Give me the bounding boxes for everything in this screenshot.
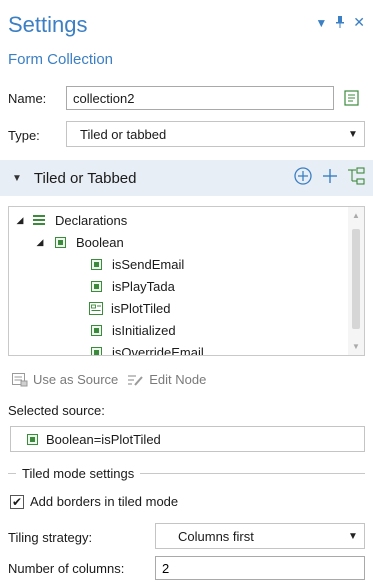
tiled-mode-group-title: Tiled mode settings — [8, 466, 365, 481]
boolean-var-icon — [91, 280, 102, 292]
panel-subtitle: Form Collection — [8, 51, 114, 68]
tree-item-label: isPlotTiled — [111, 300, 171, 316]
panel-title: Settings — [8, 12, 88, 37]
declarations-icon — [33, 215, 47, 225]
tree-item-label: isOverrideEmail — [112, 344, 204, 356]
pin-icon[interactable] — [335, 16, 345, 31]
form-var-icon — [89, 301, 103, 315]
boolean-var-icon — [91, 346, 102, 355]
tree-item-isoverrideemail[interactable]: isOverrideEmail — [91, 341, 204, 356]
add-borders-checkbox[interactable]: ✔ Add borders in tiled mode — [10, 494, 178, 509]
expand-triangle-icon[interactable]: ◢ — [33, 237, 47, 248]
tree-item-label: isInitialized — [112, 322, 176, 338]
name-input[interactable] — [66, 86, 334, 110]
scroll-down-icon[interactable]: ▼ — [352, 342, 360, 351]
checkbox-checked-icon[interactable]: ✔ — [10, 494, 24, 509]
tiling-strategy-select[interactable]: Columns first ▼ — [155, 523, 365, 549]
group-title-text: Tiled mode settings — [22, 466, 135, 481]
close-icon[interactable]: ✕ — [353, 15, 365, 31]
chevron-down-icon: ▼ — [348, 128, 358, 140]
selected-source-field: Boolean=isPlotTiled — [10, 426, 365, 452]
add-circle-icon[interactable] — [293, 166, 313, 189]
edit-node-icon — [128, 374, 144, 386]
edit-document-icon — [344, 90, 359, 106]
name-label: Name: — [8, 91, 47, 106]
tree-add-icon[interactable] — [347, 166, 367, 189]
tree-item-isplaytada[interactable]: isPlayTada — [91, 275, 175, 297]
dropdown-caret-icon[interactable]: ▼ — [315, 16, 327, 31]
selected-source-value: Boolean=isPlotTiled — [46, 431, 161, 447]
add-plus-icon[interactable] — [321, 167, 339, 188]
tree-item-isinitialized[interactable]: isInitialized — [91, 319, 176, 341]
add-borders-label: Add borders in tiled mode — [30, 494, 179, 509]
type-label: Type: — [8, 128, 40, 143]
tree-item-label: Declarations — [55, 212, 128, 228]
boolean-var-icon — [91, 258, 102, 270]
tree-item-label: isSendEmail — [112, 256, 185, 272]
collapse-triangle-icon[interactable]: ▼ — [12, 173, 22, 184]
selected-source-label: Selected source: — [8, 403, 105, 418]
chevron-down-icon: ▼ — [348, 530, 358, 542]
section-header-tiled-or-tabbed[interactable]: ▼ Tiled or Tabbed — [0, 160, 373, 196]
number-of-columns-label: Number of columns: — [8, 561, 125, 576]
edit-name-button[interactable] — [340, 86, 364, 110]
tree-item-label: Boolean — [76, 234, 124, 250]
boolean-var-icon — [27, 433, 38, 445]
tiling-strategy-value: Columns first — [178, 528, 254, 544]
tree-item-label: isPlayTada — [112, 278, 175, 294]
section-title: Tiled or Tabbed — [33, 169, 137, 187]
tree-toolbar: Use as Source Edit Node — [12, 372, 206, 387]
boolean-icon — [55, 236, 66, 248]
scrollbar-thumb[interactable] — [352, 229, 360, 329]
type-select[interactable]: Tiled or tabbed ▼ — [66, 121, 365, 147]
divider — [140, 473, 365, 474]
window-controls: ▼ ✕ — [315, 15, 365, 31]
tree-item-declarations[interactable]: ◢ Declarations — [13, 209, 128, 231]
use-as-source-label: Use as Source — [33, 372, 119, 387]
edit-node-label: Edit Node — [149, 372, 207, 387]
edit-node-button[interactable]: Edit Node — [128, 372, 206, 387]
tree-item-isplottiled[interactable]: isPlotTiled — [89, 297, 170, 319]
tree-scrollbar[interactable]: ▲ ▼ — [348, 207, 364, 355]
section-toolbar — [293, 166, 367, 189]
tree-item-boolean[interactable]: ◢ Boolean — [33, 231, 124, 253]
expand-triangle-icon[interactable]: ◢ — [13, 215, 27, 226]
type-select-value: Tiled or tabbed — [80, 126, 167, 142]
divider — [8, 473, 16, 474]
use-as-source-icon — [12, 372, 28, 386]
boolean-var-icon — [91, 324, 102, 336]
scroll-up-icon[interactable]: ▲ — [352, 211, 360, 220]
tiling-strategy-label: Tiling strategy: — [8, 530, 93, 545]
number-of-columns-input[interactable] — [155, 556, 365, 580]
tree-item-issendemail[interactable]: isSendEmail — [91, 253, 184, 275]
use-as-source-button[interactable]: Use as Source — [12, 372, 118, 387]
declarations-tree[interactable]: ◢ Declarations ◢ Boolean isSendEmail isP… — [8, 206, 365, 356]
